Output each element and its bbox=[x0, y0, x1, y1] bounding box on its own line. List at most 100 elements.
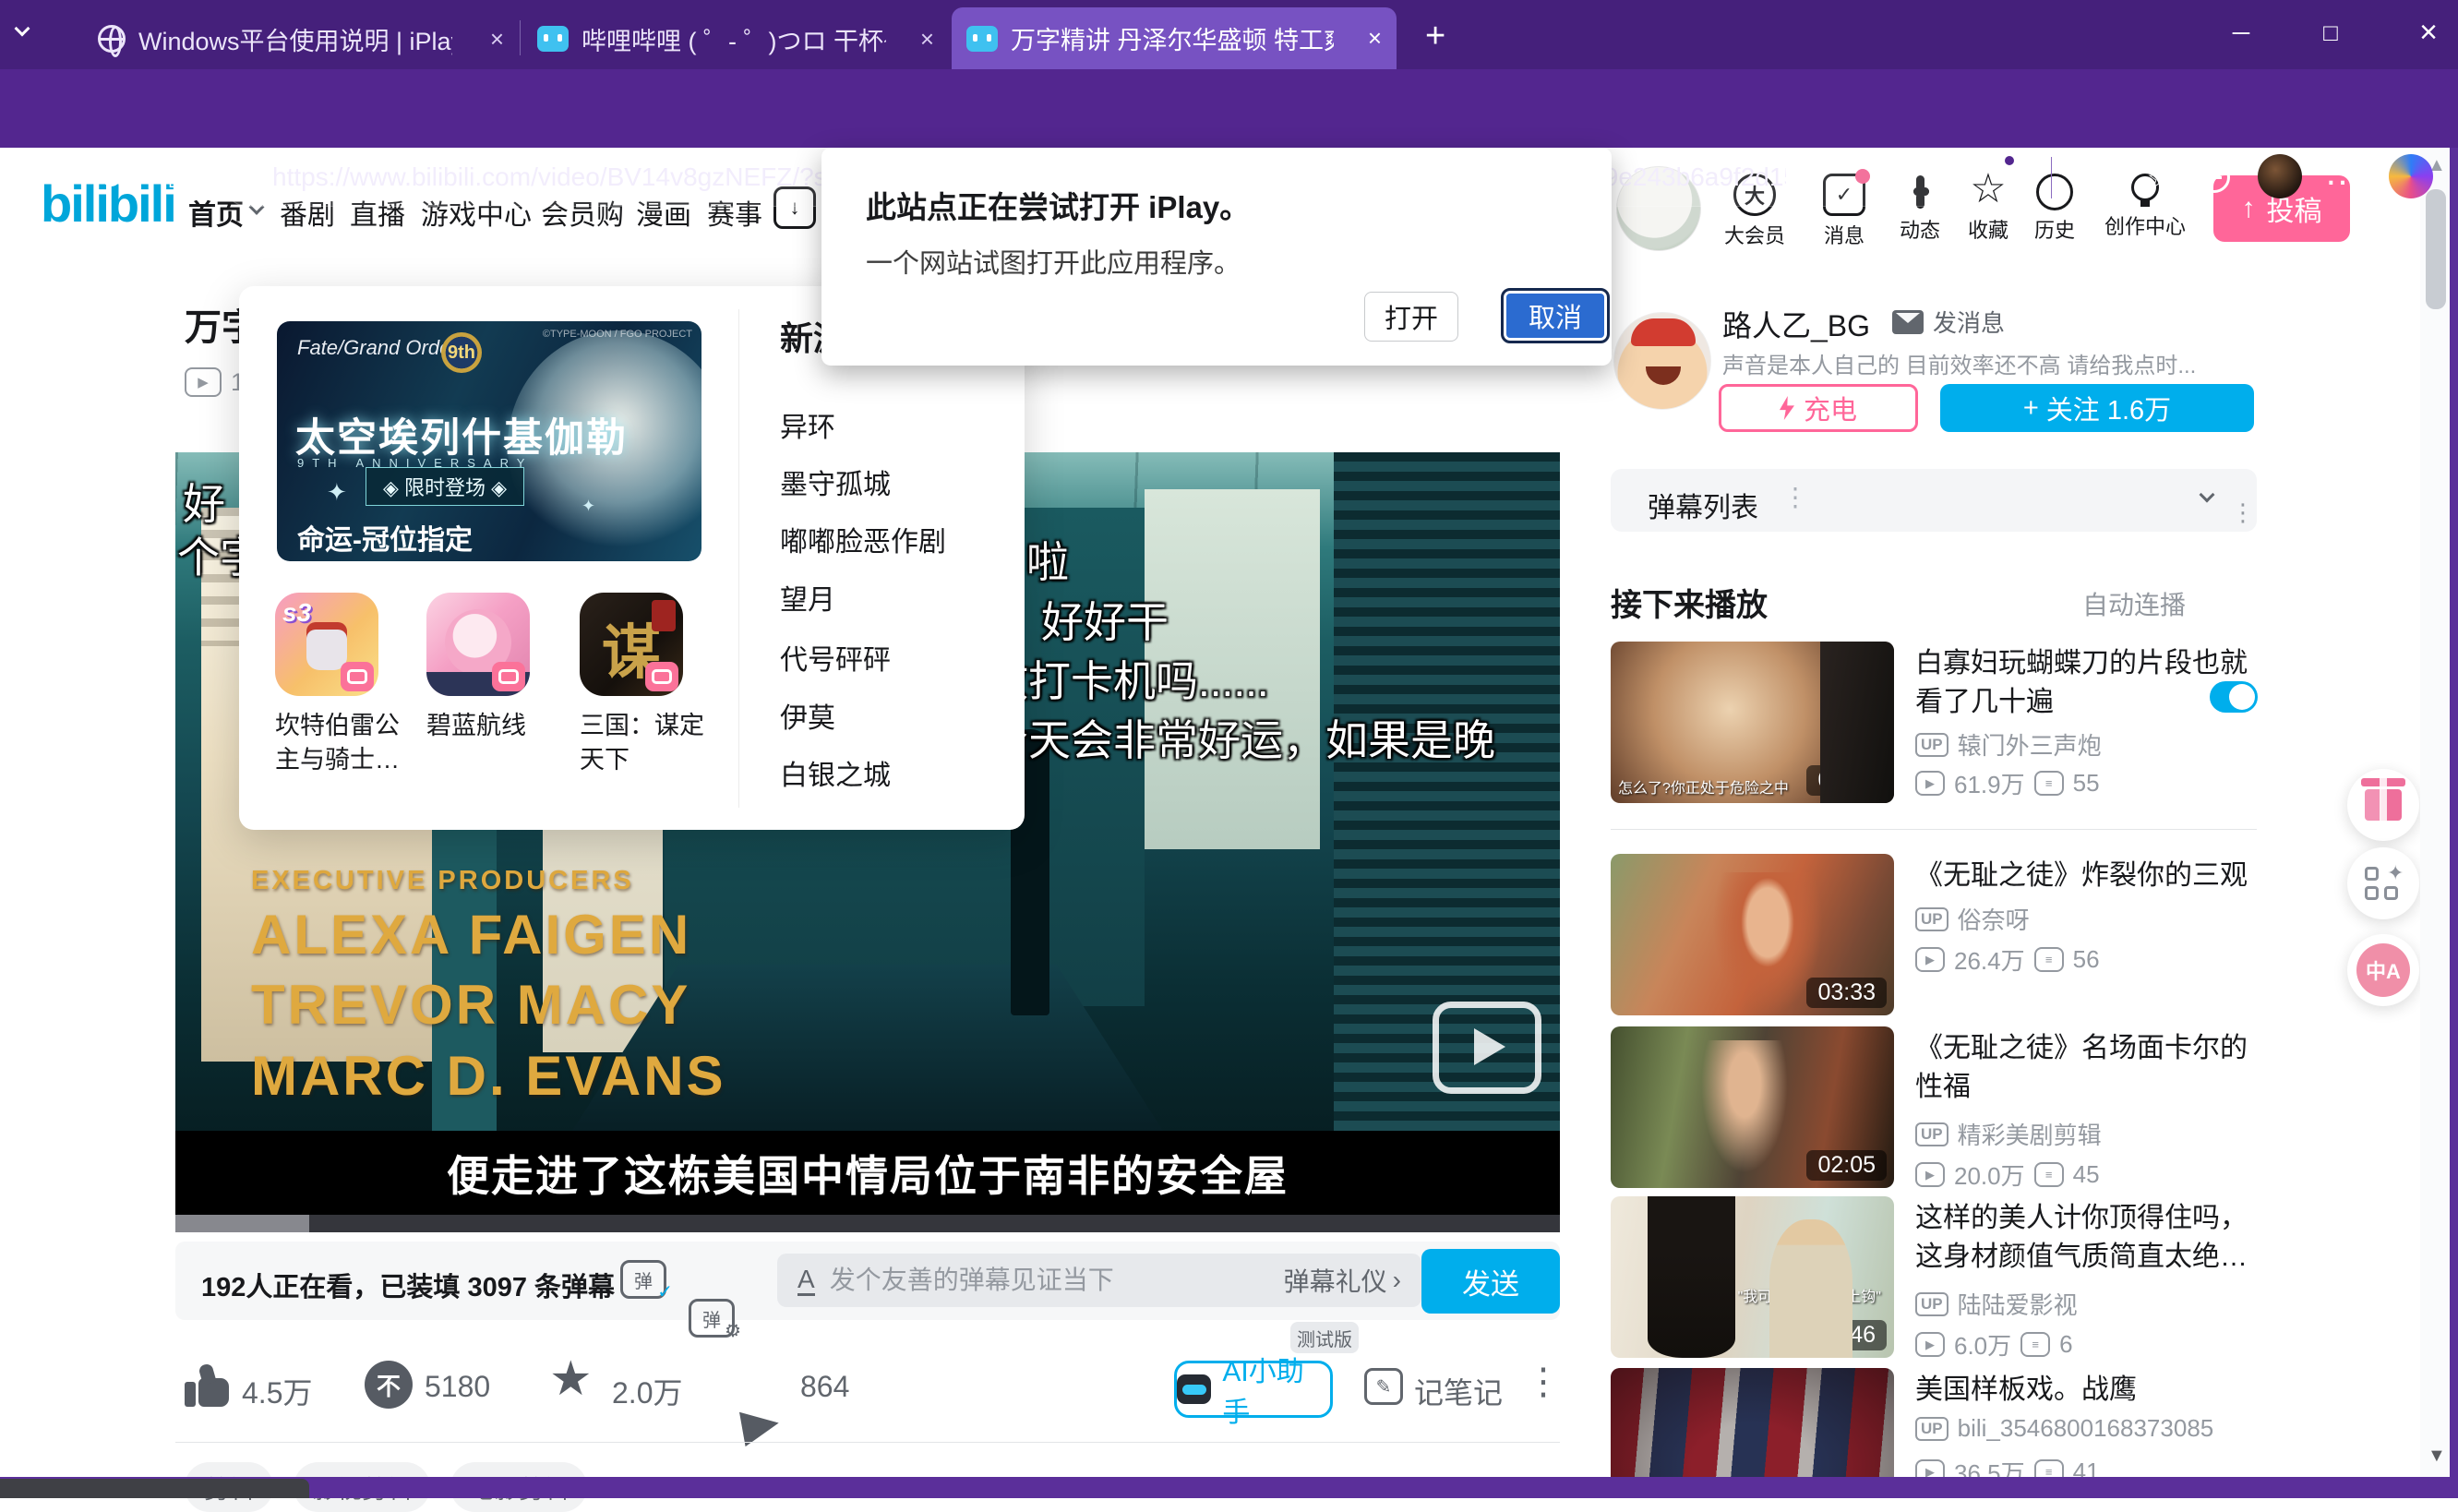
video-thumbnail[interactable]: 怎么了?你正处于危险之中 00:26 bbox=[1611, 642, 1894, 803]
more-options-icon[interactable]: … bbox=[2320, 150, 2365, 195]
new-game-item[interactable]: 白银之城 bbox=[780, 752, 891, 793]
playlist-item[interactable]: "我可没那么容易上钩" 00:46 这样的美人计你顶得住吗，这身材颜值气质简直太… bbox=[1611, 1196, 2266, 1367]
danmaku-toggle-icon[interactable]: 弹✓ bbox=[620, 1260, 666, 1299]
game-icon bbox=[426, 593, 530, 696]
game-item-2[interactable]: 碧蓝航线 bbox=[426, 593, 560, 743]
danmaku-etiquette-link[interactable]: 弹幕礼仪› bbox=[1284, 1262, 1401, 1299]
danmaku-list-menu-icon[interactable]: ⋮ bbox=[1782, 482, 1808, 512]
toolbar-divider bbox=[2051, 157, 2052, 198]
dialog-open-button[interactable]: 打开 bbox=[1364, 292, 1458, 342]
video-thumbnail[interactable]: 00:22 bbox=[1611, 1368, 1894, 1486]
stats-row: ▶20.0万 ≡45 bbox=[1915, 1158, 2100, 1192]
video-title[interactable]: 美国样板戏。战鹰 bbox=[1915, 1371, 2266, 1410]
watching-stats: 192人正在看，已装填 3097 条弹幕 bbox=[201, 1266, 615, 1304]
seal-shape bbox=[652, 600, 676, 631]
like-icon[interactable] bbox=[185, 1364, 231, 1407]
video-thumbnail[interactable]: 02:05 bbox=[1611, 1026, 1894, 1188]
media-controls-icon[interactable]: ♪ bbox=[2064, 156, 2108, 200]
tab-close-icon[interactable]: × bbox=[920, 25, 934, 54]
danmaku-list-more-icon[interactable]: ⋮ bbox=[2231, 498, 2255, 527]
banner-copyright: ©TYPE-MOON / FGO PROJECT bbox=[543, 329, 692, 340]
video-thumbnail[interactable]: "我可没那么容易上钩" 00:46 bbox=[1611, 1196, 1894, 1358]
new-game-item[interactable]: 墨守孤城 bbox=[780, 462, 891, 502]
uploader-row[interactable]: UP精彩美剧剪辑 bbox=[1915, 1117, 2102, 1151]
new-game-item[interactable]: 嘟嘟脸恶作剧 bbox=[780, 519, 946, 559]
danmaku-list-box[interactable]: 弹幕列表 ⋮ ⋮ bbox=[1611, 469, 2257, 532]
refresh-icon[interactable]: ↻ bbox=[89, 156, 133, 200]
font-style-icon[interactable]: A bbox=[797, 1266, 815, 1296]
coin-count[interactable]: 5180 bbox=[425, 1370, 490, 1404]
page-scrollbar-thumb[interactable] bbox=[2426, 189, 2446, 309]
video-title[interactable]: 这样的美人计你顶得住吗，这身材颜值气质简直太绝了！ bbox=[1915, 1199, 2268, 1277]
uploader-row[interactable]: UPbili_3546800168373085 bbox=[1915, 1414, 2213, 1443]
send-danmaku-button[interactable]: 发送 bbox=[1421, 1249, 1560, 1314]
window-minimize-button[interactable]: ─ bbox=[2212, 11, 2271, 54]
back-icon[interactable]: ← bbox=[22, 156, 66, 200]
action-row: 4.5万 不 5180 ★ 2.0万 864 测试版 AI小助手 ✎ 记笔记 ⋮ bbox=[175, 1350, 1560, 1442]
video-title[interactable]: 《无耻之徒》名场面卡尔的性福 bbox=[1915, 1029, 2268, 1107]
dialog-cancel-button[interactable]: 取消 bbox=[1501, 288, 1610, 343]
note-label[interactable]: 记笔记 bbox=[1414, 1370, 1503, 1412]
extensions-icon[interactable] bbox=[1990, 162, 1996, 178]
tab-search-chevron-icon[interactable] bbox=[17, 22, 42, 48]
tab-close-icon[interactable]: × bbox=[490, 25, 504, 54]
playlist-item[interactable]: 03:33 《无耻之徒》炸裂你的三观 UP俗奈呀 ▶26.4万 ≡56 bbox=[1611, 854, 2266, 1025]
danmaku-settings-icon[interactable]: 弹⚙ bbox=[689, 1299, 735, 1338]
uploader-name[interactable]: 路人乙_BG bbox=[1722, 303, 1870, 345]
translate-fab-button[interactable]: 中A bbox=[2347, 934, 2419, 1006]
miniplayer-fab-button[interactable]: ✦ bbox=[2347, 847, 2419, 919]
window-maximize-button[interactable]: □ bbox=[2301, 11, 2360, 54]
credits-line: MARC D. EVANS bbox=[251, 1044, 726, 1108]
follow-button[interactable]: + 关注 1.6万 bbox=[1940, 384, 2254, 432]
new-game-item[interactable]: 望月 bbox=[780, 577, 835, 618]
fgo-banner[interactable]: Fate/Grand Order 9th ©TYPE-MOON / FGO PR… bbox=[277, 321, 701, 561]
share-count[interactable]: 864 bbox=[800, 1370, 849, 1404]
new-game-item[interactable]: 伊莫 bbox=[780, 695, 835, 736]
video-thumbnail[interactable]: 03:33 bbox=[1611, 854, 1894, 1015]
tab-title: 万字精讲 丹泽尔华盛顿 特工爽片 bbox=[1011, 20, 1334, 56]
video-title[interactable]: 白寡妇玩蝴蝶刀的片段也就看了几十遍 bbox=[1915, 644, 2268, 722]
video-progress-bar[interactable] bbox=[175, 1215, 1560, 1232]
read-aloud-icon[interactable]: A bbox=[1897, 162, 1914, 192]
favorite-icon[interactable]: ★ bbox=[549, 1351, 593, 1407]
coin-icon[interactable]: 不 bbox=[365, 1361, 413, 1409]
gift-fab-button[interactable] bbox=[2347, 769, 2419, 841]
copilot-icon[interactable] bbox=[2389, 154, 2433, 198]
collections-icon[interactable]: ☆ bbox=[2138, 156, 2182, 200]
video-title[interactable]: 《无耻之徒》炸裂你的三观 bbox=[1915, 857, 2268, 895]
uploader-row[interactable]: UP俗奈呀 bbox=[1915, 902, 2030, 936]
browser-tab-3-active[interactable]: 万字精讲 丹泽尔华盛顿 特工爽片 × bbox=[952, 7, 1397, 69]
favorite-star-icon[interactable]: ☆ bbox=[1929, 162, 1954, 194]
ai-assistant-button[interactable]: AI小助手 bbox=[1174, 1361, 1333, 1418]
browser-profile-avatar[interactable] bbox=[2258, 154, 2302, 198]
new-game-item[interactable]: 代号砰砰 bbox=[780, 637, 891, 678]
danmaku-input[interactable] bbox=[830, 1266, 1269, 1295]
browser-tab-2[interactable]: 哔哩哔哩 ( ゜- ゜)つロ 干杯~-bilibili × bbox=[522, 9, 949, 68]
playlist-item[interactable]: 00:22 美国样板戏。战鹰 UPbili_3546800168373085 ▶… bbox=[1611, 1368, 2266, 1486]
new-game-item[interactable]: 异环 bbox=[780, 404, 835, 445]
browser-tab-1[interactable]: Windows平台使用说明 | iPlay × bbox=[83, 9, 519, 68]
game-item-1[interactable]: s3 坎特伯雷公主与骑士… bbox=[275, 593, 409, 777]
charge-button[interactable]: 充电 bbox=[1719, 384, 1918, 432]
new-tab-button[interactable]: + bbox=[1425, 17, 1445, 56]
history-icon[interactable] bbox=[2199, 162, 2230, 193]
playlist-item[interactable]: 怎么了?你正处于危险之中 00:26 白寡妇玩蝴蝶刀的片段也就看了几十遍 UP辕… bbox=[1611, 642, 2266, 826]
page-scrollbar-track[interactable] bbox=[2420, 148, 2452, 1498]
playlist-item[interactable]: 02:05 《无耻之徒》名场面卡尔的性福 UP精彩美剧剪辑 ▶20.0万 ≡45 bbox=[1611, 1026, 2266, 1197]
more-actions-icon[interactable]: ⋮ bbox=[1525, 1361, 1562, 1403]
favorite-count[interactable]: 2.0万 bbox=[612, 1370, 683, 1412]
game-item-3[interactable]: 谋 三国：谋定天下 bbox=[580, 593, 713, 777]
window-close-button[interactable]: × bbox=[2399, 11, 2458, 54]
note-icon[interactable]: ✎ bbox=[1364, 1368, 1403, 1405]
tab-close-icon[interactable]: × bbox=[1368, 24, 1382, 53]
expand-chevron-icon[interactable] bbox=[2200, 487, 2215, 503]
scroll-down-arrow[interactable]: ▼ bbox=[2428, 1446, 2446, 1467]
home-icon[interactable]: ⌂ bbox=[155, 154, 199, 198]
uploader-avatar[interactable] bbox=[1613, 312, 1711, 410]
uploader-row[interactable]: UP陆陆爱影视 bbox=[1915, 1287, 2078, 1321]
danmaku-count-icon: ≡ bbox=[2034, 771, 2064, 796]
uploader-row[interactable]: UP辕门外三声炮 bbox=[1915, 727, 2102, 762]
bilibili-game-badge bbox=[645, 662, 678, 691]
like-count[interactable]: 4.5万 bbox=[242, 1370, 313, 1412]
send-message-link[interactable]: 发消息 bbox=[1892, 305, 2005, 339]
